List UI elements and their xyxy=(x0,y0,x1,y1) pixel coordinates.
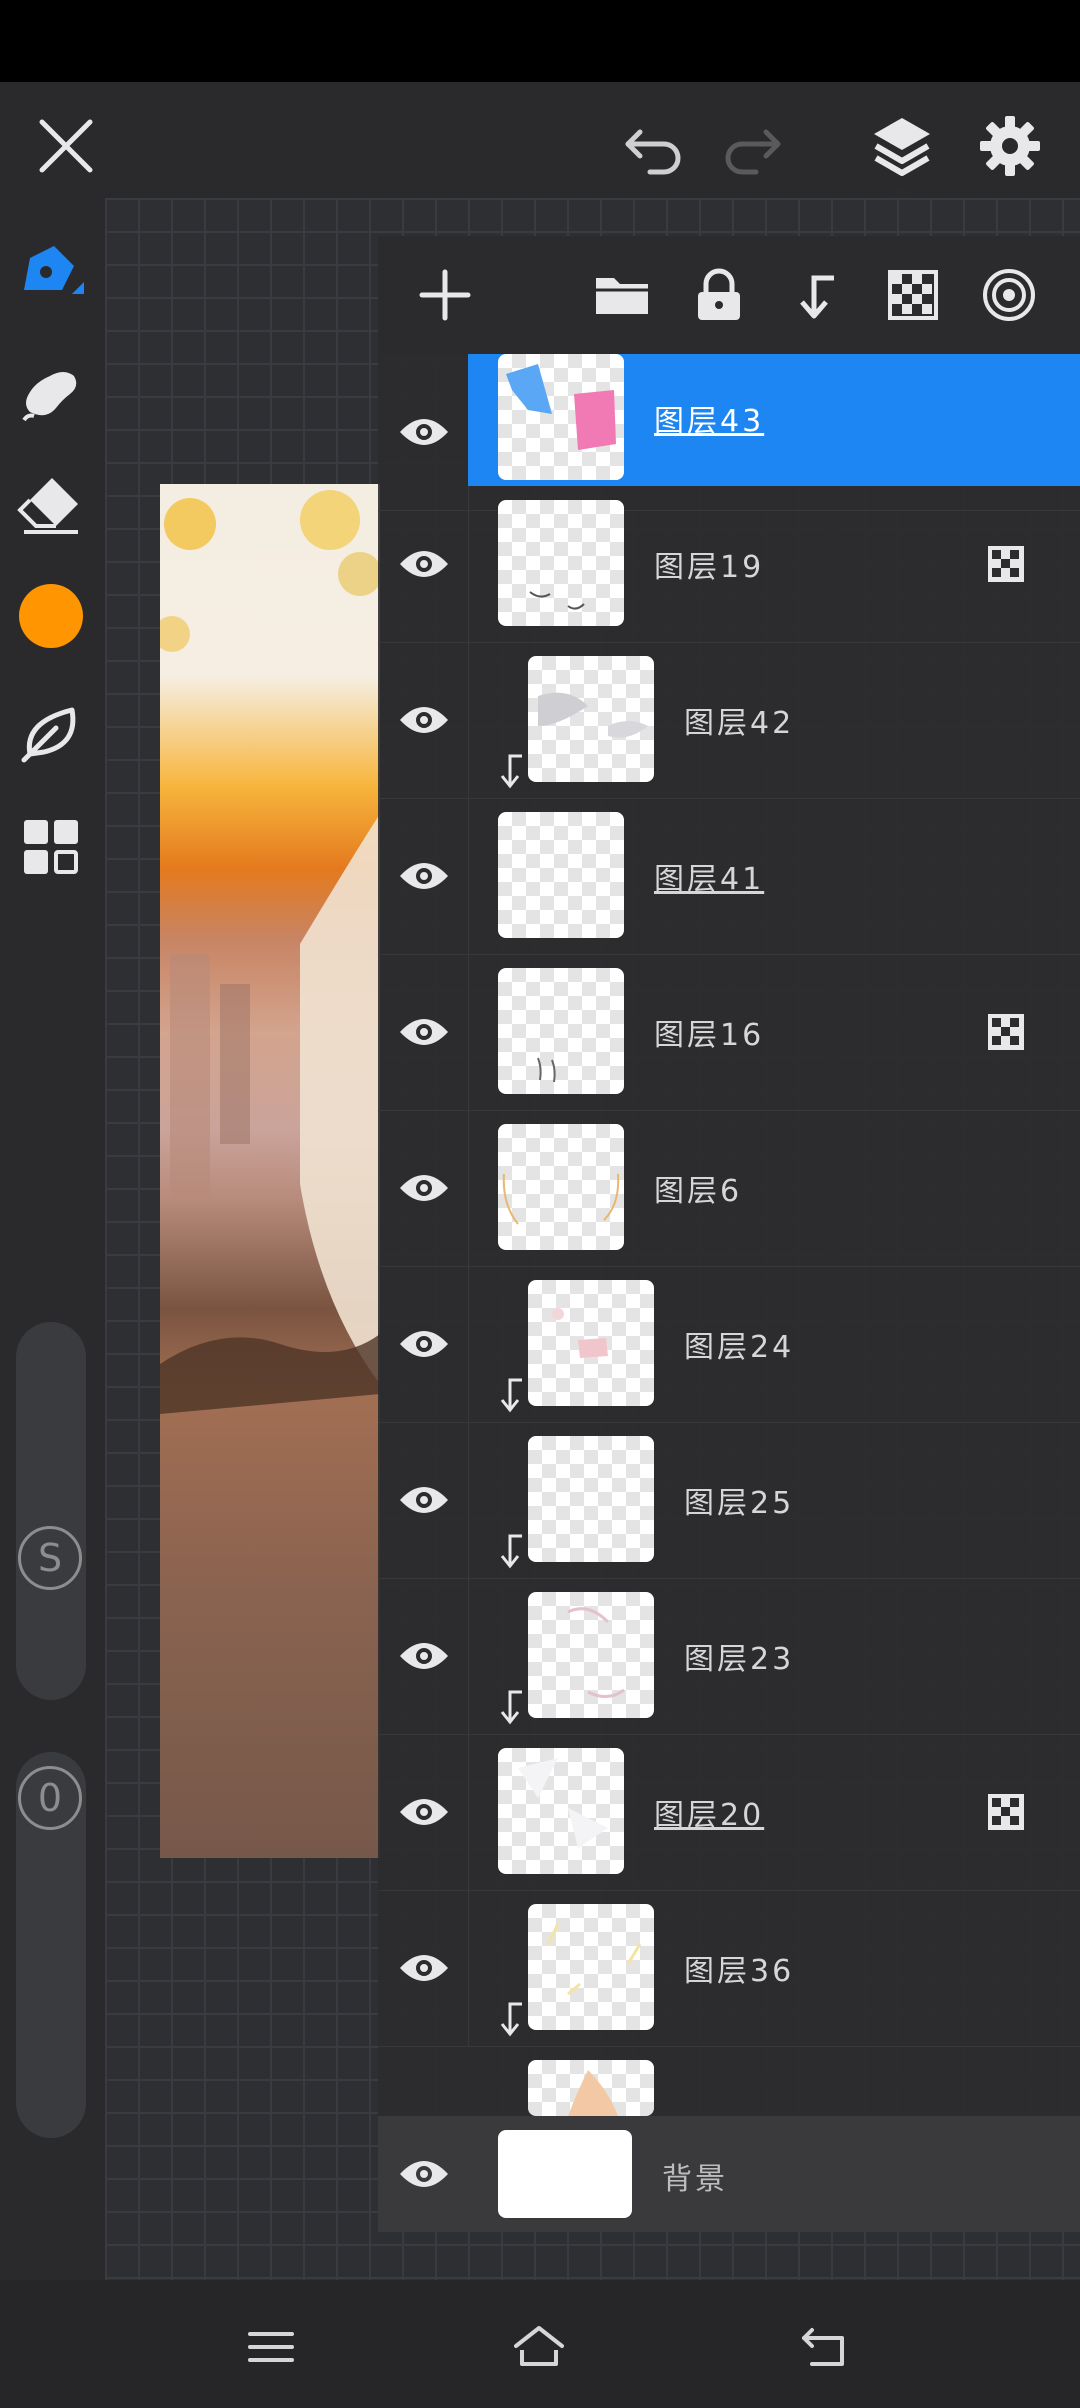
clip-arrow-icon xyxy=(500,2002,522,2037)
layer-row[interactable]: 图层6 xyxy=(378,1110,1080,1267)
opacity-slider[interactable]: 0 xyxy=(16,1752,86,2138)
layer-name: 图层20 xyxy=(654,1798,765,1833)
redo-icon[interactable] xyxy=(718,112,786,180)
layer-panel-toolbar xyxy=(378,236,1080,354)
layer-name: 图层41 xyxy=(654,862,765,897)
layer-panel: 图层43 图层19 图层42 图层41 图层16 图层6 图层24 图层25 图… xyxy=(378,236,1080,2232)
gear-icon[interactable] xyxy=(976,112,1044,180)
layers-icon[interactable] xyxy=(868,112,936,180)
eye-icon[interactable] xyxy=(398,1166,450,1210)
layer-name: 图层19 xyxy=(654,550,765,585)
alpha-lock-icon[interactable] xyxy=(986,1012,1026,1052)
smudge-icon[interactable] xyxy=(16,356,86,426)
layer-name: 图层43 xyxy=(654,404,765,439)
layer-thumbnail xyxy=(528,1280,654,1406)
clip-arrow-icon xyxy=(500,754,522,789)
layer-row[interactable]: 图层24 xyxy=(378,1266,1080,1423)
layer-row[interactable]: 图层16 xyxy=(378,954,1080,1111)
clip-arrow-icon xyxy=(500,1690,522,1725)
artwork-canvas[interactable] xyxy=(160,484,380,1858)
layer-thumbnail xyxy=(498,1748,624,1874)
size-slider[interactable]: S xyxy=(16,1322,86,1700)
eye-icon[interactable] xyxy=(398,1478,450,1522)
opacity-slider-knob[interactable]: 0 xyxy=(18,1766,82,1830)
layer-thumbnail xyxy=(498,354,624,480)
lock-icon[interactable] xyxy=(688,264,750,326)
layer-thumbnail xyxy=(498,1124,624,1250)
clip-arrow-icon xyxy=(500,1378,522,1413)
layer-thumbnail xyxy=(498,968,624,1094)
layer-name: 图层24 xyxy=(684,1330,795,1365)
layer-row[interactable]: 图层23 xyxy=(378,1578,1080,1735)
layer-row[interactable]: 图层25 xyxy=(378,1422,1080,1579)
back-icon[interactable] xyxy=(798,2320,852,2374)
layer-name: 图层36 xyxy=(684,1954,795,1989)
layer-name: 图层42 xyxy=(684,706,795,741)
layer-row[interactable]: 图层42 xyxy=(378,642,1080,799)
layer-thumbnail xyxy=(528,1436,654,1562)
layer-name: 图层25 xyxy=(684,1486,795,1521)
eraser-icon[interactable] xyxy=(16,470,86,540)
alpha-lock-icon[interactable] xyxy=(986,544,1026,584)
alpha-lock-icon[interactable] xyxy=(986,1792,1026,1832)
clip-icon[interactable] xyxy=(786,264,848,326)
background-layer-name: 背景 xyxy=(662,2162,728,2197)
home-icon[interactable] xyxy=(512,2320,566,2374)
grid-icon[interactable] xyxy=(16,812,86,882)
clip-arrow-icon xyxy=(500,1534,522,1569)
eye-icon[interactable] xyxy=(398,854,450,898)
layer-row[interactable]: 图层20 xyxy=(378,1734,1080,1891)
checkerboard-icon[interactable] xyxy=(882,264,944,326)
eye-icon[interactable] xyxy=(398,1790,450,1834)
menu-icon[interactable] xyxy=(244,2320,298,2374)
eye-icon[interactable] xyxy=(398,1322,450,1366)
eye-icon[interactable] xyxy=(398,410,450,454)
eye-icon[interactable] xyxy=(398,542,450,586)
eye-icon[interactable] xyxy=(398,1634,450,1678)
layer-thumbnail xyxy=(498,500,624,626)
layer-thumbnail xyxy=(528,1904,654,2030)
layer-name: 图层16 xyxy=(654,1018,765,1053)
size-slider-knob[interactable]: S xyxy=(18,1526,82,1590)
color-swatch[interactable] xyxy=(19,584,83,648)
layer-thumbnail xyxy=(528,656,654,782)
layer-name: 图层23 xyxy=(684,1642,795,1677)
layer-row[interactable]: 图层41 xyxy=(378,798,1080,955)
leaf-icon[interactable] xyxy=(16,698,86,768)
layer-thumbnail xyxy=(528,1592,654,1718)
layer-row[interactable]: 图层19 xyxy=(378,486,1080,643)
undo-icon[interactable] xyxy=(620,112,688,180)
folder-icon[interactable] xyxy=(592,264,654,326)
eye-icon[interactable] xyxy=(398,2152,450,2196)
eye-icon[interactable] xyxy=(398,1946,450,1990)
background-layer-row[interactable]: 背景 xyxy=(378,2116,1080,2232)
layer-name: 图层6 xyxy=(654,1174,743,1209)
close-icon[interactable] xyxy=(32,112,100,180)
eye-icon[interactable] xyxy=(398,698,450,742)
background-thumbnail xyxy=(498,2130,632,2218)
pen-icon[interactable] xyxy=(16,238,86,308)
artwork-details xyxy=(160,490,380,1414)
blend-mode-icon[interactable] xyxy=(978,264,1040,326)
eye-icon[interactable] xyxy=(398,1010,450,1054)
layer-row[interactable]: 图层36 xyxy=(378,1890,1080,2047)
layer-thumbnail xyxy=(498,812,624,938)
layer-thumbnail-partial xyxy=(528,2060,654,2116)
status-bar xyxy=(0,0,1080,82)
add-layer-icon[interactable] xyxy=(414,264,476,326)
